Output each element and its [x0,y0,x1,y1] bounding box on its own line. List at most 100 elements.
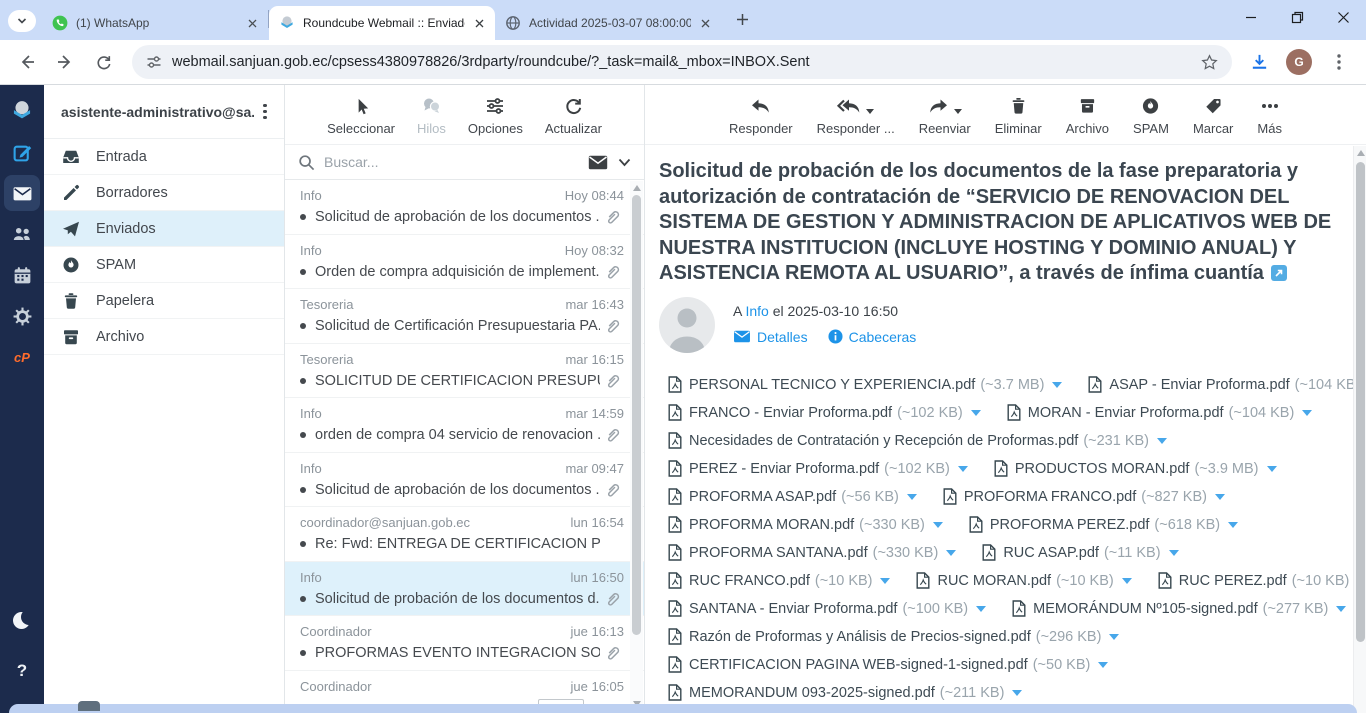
tab-search-button[interactable] [8,10,36,32]
attachment-menu-caret[interactable] [1336,606,1346,612]
select-button[interactable]: Seleccionar [327,94,395,144]
delete-button[interactable]: Eliminar [995,94,1042,144]
mark-button[interactable]: Marcar [1193,94,1233,144]
attachment-chip[interactable]: PRODUCTOS MORAN.pdf(~3.9 MB) [994,460,1277,477]
forward-dropdown[interactable] [954,109,962,114]
details-link[interactable]: Detalles [733,329,808,345]
list-scrollbar[interactable] [630,181,643,711]
message-row[interactable]: Infomar 09:47Solicitud de aprobación de … [285,453,644,508]
attachment-menu-caret[interactable] [933,522,943,528]
message-row[interactable]: Tesoreriamar 16:43Solicitud de Certifica… [285,289,644,344]
attachment-chip[interactable]: PROFORMA MORAN.pdf(~330 KB) [668,516,943,533]
dark-mode-button[interactable] [4,603,40,639]
attachment-menu-caret[interactable] [1098,662,1108,668]
account-menu-button[interactable] [254,104,276,119]
cpanel-nav-button[interactable]: cP [4,339,40,375]
reading-scrollbar[interactable] [1353,146,1366,713]
attachment-menu-caret[interactable] [1228,522,1238,528]
options-button[interactable]: Opciones [468,94,523,144]
tab-whatsapp[interactable]: (1) WhatsApp [42,6,268,40]
search-input[interactable] [324,154,588,170]
minimize-button[interactable] [1228,0,1274,34]
restore-button[interactable] [1274,0,1320,34]
attachment-menu-caret[interactable] [946,550,956,556]
mail-nav-button[interactable] [4,175,40,211]
reply-all-button[interactable]: Responder ... [817,94,895,144]
help-button[interactable]: ? [4,653,40,689]
message-row[interactable]: coordinador@sanjuan.gob.eclun 16:54Re: F… [285,507,644,562]
attachment-chip[interactable]: SANTANA - Enviar Proforma.pdf(~100 KB) [668,600,986,617]
attachment-chip[interactable]: Necesidades de Contratación y Recepción … [668,432,1167,449]
attachment-menu-caret[interactable] [958,466,968,472]
back-button[interactable] [10,45,44,79]
folder-entrada[interactable]: Entrada [44,139,284,175]
downloads-button[interactable] [1242,45,1276,79]
message-row[interactable]: Coordinadorjue 16:13PROFORMAS EVENTO INT… [285,616,644,671]
attachment-chip[interactable]: PERSONAL TECNICO Y EXPERIENCIA.pdf(~3.7 … [668,376,1062,393]
attachment-chip[interactable]: RUC ASAP.pdf(~11 KB) [982,544,1178,561]
attachment-chip[interactable]: Razón de Proformas y Análisis de Precios… [668,628,1119,645]
attachment-menu-caret[interactable] [907,494,917,500]
scrollbar-thumb[interactable] [632,195,641,635]
message-row[interactable]: InfoHoy 08:32Orden de compra adquisición… [285,235,644,290]
message-row[interactable]: Infolun 16:50Solicitud de probación de l… [285,562,644,617]
contacts-nav-button[interactable] [4,216,40,252]
attachment-menu-caret[interactable] [1157,438,1167,444]
browser-menu-button[interactable] [1322,45,1356,79]
folder-archivo[interactable]: Archivo [44,319,284,355]
attachment-menu-caret[interactable] [971,410,981,416]
scroll-up-arrow[interactable] [633,185,641,191]
address-bar[interactable]: webmail.sanjuan.gob.ec/cpsess4380978826/… [132,45,1232,79]
forward-button[interactable]: Reenviar [919,94,971,144]
attachment-chip[interactable]: MEMORANDUM 093-2025-signed.pdf(~211 KB) [668,684,1022,701]
attachment-chip[interactable]: PROFORMA PEREZ.pdf(~618 KB) [969,516,1238,533]
attachment-chip[interactable]: FRANCO - Enviar Proforma.pdf(~102 KB) [668,404,981,421]
tab-actividad[interactable]: Actividad 2025-03-07 08:00:00 [495,6,721,40]
attachment-menu-caret[interactable] [1122,578,1132,584]
headers-link[interactable]: Cabeceras [828,329,917,345]
search-options-chevron-icon[interactable] [618,158,631,167]
close-window-button[interactable] [1320,0,1366,34]
tab-close-button[interactable] [471,15,487,31]
folder-enviados[interactable]: Enviados [44,211,284,247]
threads-button[interactable]: Hilos [417,94,446,144]
attachment-menu-caret[interactable] [1302,410,1312,416]
tab-close-button[interactable] [244,15,260,31]
message-row[interactable]: Tesoreriamar 16:15SOLICITUD DE CERTIFICA… [285,344,644,399]
attachment-menu-caret[interactable] [976,606,986,612]
attachment-chip[interactable]: MEMORÁNDUM Nº105-signed.pdf(~277 KB) [1012,600,1346,617]
attachment-chip[interactable]: ASAP - Enviar Proforma.pdf(~104 KB) [1088,376,1366,393]
reply-button[interactable]: Responder [729,94,793,144]
attachment-menu-caret[interactable] [880,578,890,584]
attachment-chip[interactable]: RUC PEREZ.pdf(~10 KB) [1158,572,1366,589]
attachment-chip[interactable]: CERTIFICACION PAGINA WEB-signed-1-signed… [668,656,1108,673]
spam-button[interactable]: SPAM [1133,94,1169,144]
scroll-up-arrow[interactable] [1357,150,1365,156]
calendar-nav-button[interactable] [4,257,40,293]
attachment-chip[interactable]: PEREZ - Enviar Proforma.pdf(~102 KB) [668,460,968,477]
message-row[interactable]: Infomar 14:59orden de compra 04 servicio… [285,398,644,453]
compose-button[interactable] [4,134,40,170]
recipient-link[interactable]: Info [745,303,768,319]
folder-spam[interactable]: SPAM [44,247,284,283]
profile-avatar[interactable]: G [1286,49,1312,75]
attachment-chip[interactable]: RUC FRANCO.pdf(~10 KB) [668,572,890,589]
attachment-menu-caret[interactable] [1267,466,1277,472]
refresh-button[interactable]: Actualizar [545,94,602,144]
reply-all-dropdown[interactable] [866,109,874,114]
archive-button[interactable]: Archivo [1066,94,1109,144]
settings-nav-button[interactable] [4,298,40,334]
reload-button[interactable] [86,45,120,79]
scrollbar-thumb[interactable] [1356,162,1365,642]
attachment-chip[interactable]: PROFORMA SANTANA.pdf(~330 KB) [668,544,956,561]
folder-borradores[interactable]: Borradores [44,175,284,211]
attachment-menu-caret[interactable] [1169,550,1179,556]
attachment-menu-caret[interactable] [1012,690,1022,696]
external-link-icon[interactable] [1271,265,1287,281]
attachment-menu-caret[interactable] [1215,494,1225,500]
attachment-menu-caret[interactable] [1109,634,1119,640]
search-scope-mail-icon[interactable] [588,155,608,170]
tab-roundcube[interactable]: Roundcube Webmail :: Enviados [269,6,495,40]
attachment-chip[interactable]: PROFORMA ASAP.pdf(~56 KB) [668,488,917,505]
attachment-chip[interactable]: RUC MORAN.pdf(~10 KB) [916,572,1131,589]
